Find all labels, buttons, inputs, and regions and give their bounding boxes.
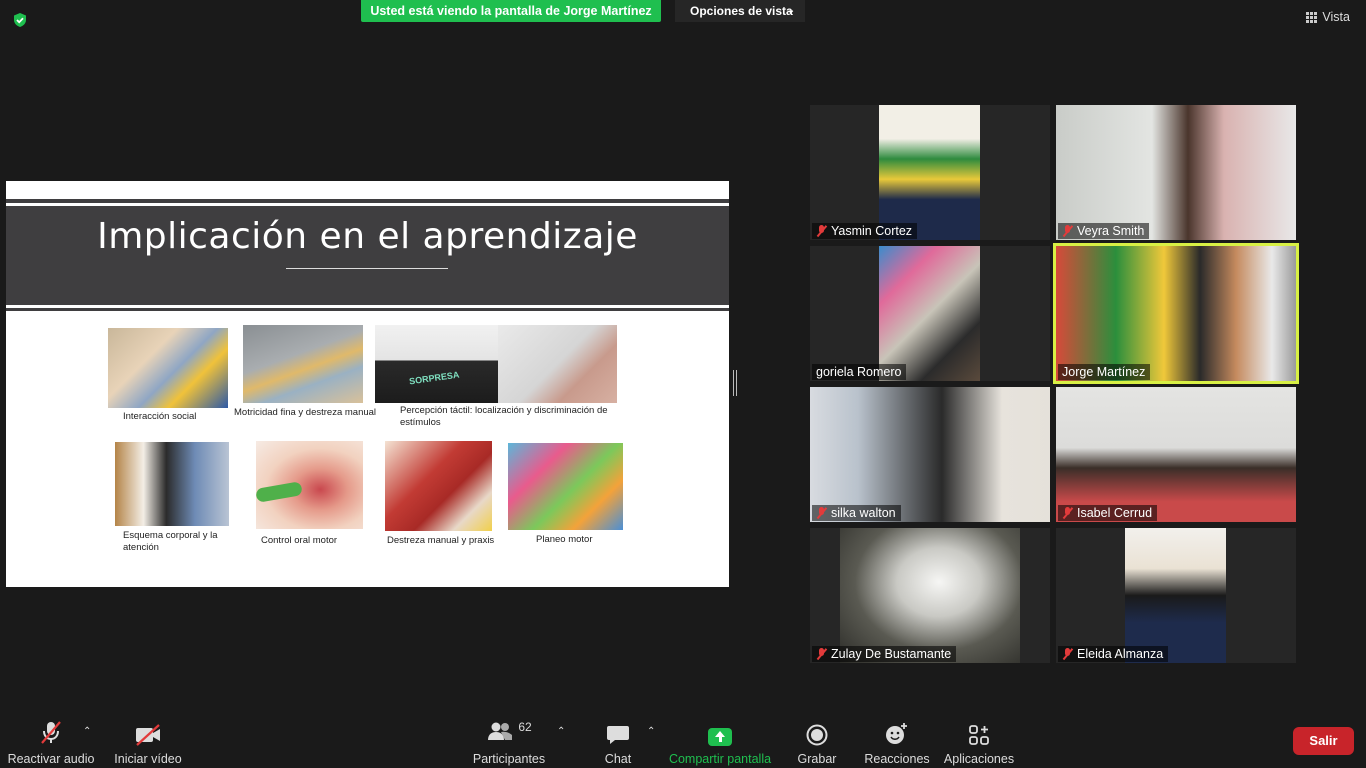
record-button[interactable]: Grabar: [796, 710, 838, 768]
participant-tile[interactable]: Yasmin Cortez: [810, 105, 1050, 240]
participant-tile[interactable]: Veyra Smith: [1056, 105, 1296, 240]
photo-fine-motor: [243, 325, 363, 403]
record-label: Grabar: [797, 752, 837, 766]
grid-view-icon: [1306, 11, 1318, 23]
caption-fine-motor: Motricidad fina y destreza manual: [234, 407, 377, 418]
panel-resize-handle[interactable]: [733, 370, 737, 396]
top-bar: Usted está viendo la pantalla de Jorge M…: [0, 0, 1366, 40]
mic-muted-icon: [1062, 225, 1073, 237]
chat-icon: [607, 726, 629, 744]
participants-options-caret-icon[interactable]: ⌃: [557, 726, 565, 737]
mic-muted-icon: [1062, 507, 1073, 519]
participant-name: Zulay De Bustamante: [831, 647, 952, 661]
vista-button[interactable]: Vista: [1306, 10, 1350, 24]
photo-motor-planning: [508, 443, 623, 530]
box-label: SORPRESA: [408, 369, 460, 387]
mic-muted-icon: [816, 648, 827, 660]
audio-options-caret-icon[interactable]: ⌃: [83, 726, 91, 737]
participant-tile-active-speaker[interactable]: Jorge Martínez: [1053, 243, 1299, 384]
caption-manual-praxis: Destreza manual y praxis: [387, 535, 495, 546]
mic-muted-icon: [816, 507, 827, 519]
mic-muted-icon: [816, 225, 827, 237]
participant-name: Jorge Martínez: [1062, 365, 1146, 379]
share-screen-button[interactable]: Compartir pantalla: [669, 710, 771, 768]
leave-meeting-button[interactable]: Salir: [1293, 727, 1354, 755]
start-video-label: Iniciar vídeo: [114, 752, 182, 766]
shared-screen-slide: Implicación en el aprendizaje Interacció…: [6, 181, 729, 587]
security-shield-icon[interactable]: [12, 12, 28, 28]
reactions-emoji-icon: [886, 723, 907, 744]
participant-tile[interactable]: Eleida Almanza: [1056, 528, 1296, 663]
share-screen-icon: [708, 728, 732, 746]
participant-name: goriela Romero: [816, 365, 902, 379]
meeting-toolbar: Reactivar audio ⌃ Iniciar vídeo 62 Parti…: [0, 710, 1366, 768]
photo-surprise-box: SORPRESA: [375, 325, 499, 403]
photo-social-interaction: [108, 328, 228, 408]
slide-header: Implicación en el aprendizaje: [6, 199, 729, 311]
participant-name: Veyra Smith: [1077, 224, 1145, 238]
mic-muted-icon: [1062, 648, 1073, 660]
unmute-audio-button[interactable]: Reactivar audio: [7, 710, 95, 768]
caption-tactile-perception: Percepción táctil: localización y discri…: [400, 405, 608, 428]
record-icon: [806, 724, 828, 746]
photo-tactile-perception: [498, 325, 617, 403]
participant-name: Isabel Cerrud: [1077, 506, 1153, 520]
participants-icon: [488, 722, 513, 740]
caption-social-interaction: Interacción social: [123, 411, 197, 422]
caption-oral-motor: Control oral motor: [261, 535, 338, 546]
start-video-button[interactable]: Iniciar vídeo: [113, 710, 183, 768]
participant-name: Yasmin Cortez: [831, 224, 913, 238]
participant-tile[interactable]: Isabel Cerrud: [1056, 387, 1296, 522]
view-options-button[interactable]: Opciones de vista ⌄: [675, 0, 805, 22]
participant-tile[interactable]: silka walton: [810, 387, 1050, 522]
participant-tile[interactable]: goriela Romero: [810, 246, 1050, 381]
apps-label: Aplicaciones: [943, 752, 1015, 766]
photo-body-schema: [115, 442, 229, 526]
apps-button[interactable]: Aplicaciones: [943, 710, 1015, 768]
apps-icon: [969, 725, 989, 745]
chevron-down-icon: ⌄: [786, 5, 795, 16]
chat-button[interactable]: Chat: [599, 710, 637, 768]
vista-label: Vista: [1322, 10, 1350, 24]
chat-options-caret-icon[interactable]: ⌃: [647, 726, 655, 737]
mic-muted-icon: [41, 721, 61, 744]
slide-title: Implicación en el aprendizaje: [97, 216, 638, 257]
participants-button[interactable]: 62 Participantes: [472, 710, 546, 768]
participants-label: Participantes: [472, 752, 546, 766]
chat-label: Chat: [604, 752, 632, 766]
unmute-audio-label: Reactivar audio: [7, 752, 95, 766]
share-screen-label: Compartir pantalla: [668, 752, 772, 766]
participant-name: Eleida Almanza: [1077, 647, 1164, 661]
reactions-button[interactable]: Reacciones: [864, 710, 930, 768]
photo-oral-motor: [256, 441, 363, 529]
viewing-banner: Usted está viendo la pantalla de Jorge M…: [361, 0, 661, 22]
reactions-label: Reacciones: [864, 752, 930, 766]
participant-name: silka walton: [831, 506, 896, 520]
video-off-icon: [136, 724, 160, 746]
participant-tile[interactable]: Zulay De Bustamante: [810, 528, 1050, 663]
participants-count: 62: [518, 720, 532, 734]
caption-motor-planning: Planeo motor: [536, 534, 593, 545]
caption-body-schema: Esquema corporal y la atención: [123, 530, 218, 553]
photo-manual-praxis: [385, 441, 492, 531]
view-options-label: Opciones de vista: [690, 4, 793, 18]
